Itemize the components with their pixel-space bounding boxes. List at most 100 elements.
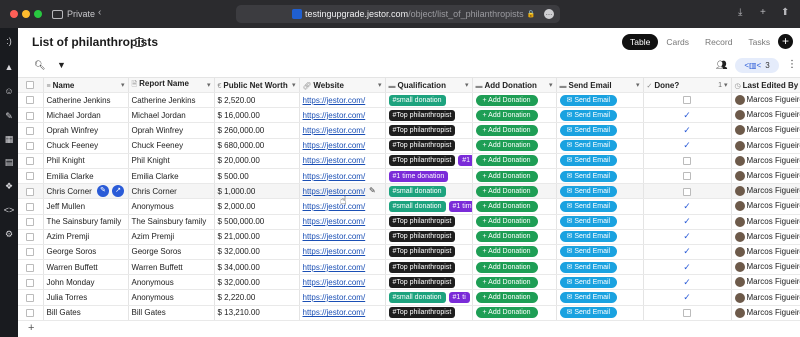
cell-public-net-worth[interactable]: $ 260,000.00 (214, 122, 300, 139)
add-donation-button[interactable]: + Add Donation (475, 200, 538, 212)
row-checkbox[interactable] (18, 92, 44, 109)
cell-website[interactable]: https://jestor.com/ (299, 122, 386, 139)
done-checkmark-icon[interactable]: ✓ (683, 110, 691, 120)
cell-name[interactable]: Michael Jordan (43, 107, 129, 124)
send-email-button[interactable]: ✉︎ Send Email (559, 94, 618, 106)
row-checkbox[interactable] (18, 153, 44, 169)
tab-table[interactable]: Table (622, 34, 659, 50)
cell-public-net-worth[interactable]: $ 32,000.00 (214, 244, 300, 261)
table-row[interactable]: John Monday Anonymous $ 32,000.00 https://j… (18, 274, 800, 291)
settings-gear-icon[interactable]: ⚙ (3, 228, 15, 240)
table-row[interactable]: Julia Torres Anonymous $ 2,220.00 https://j… (18, 289, 800, 306)
cell-report-name[interactable]: Chuck Feeney (128, 138, 215, 154)
row-checkbox[interactable] (18, 168, 44, 185)
cell-website[interactable]: https://jestor.com/ (299, 153, 386, 169)
send-email-button[interactable]: ✉︎ Send Email (559, 216, 618, 228)
website-link[interactable]: https://jestor.com/ (303, 111, 366, 120)
cell-name[interactable]: Catherine Jenkins (43, 92, 129, 109)
cell-website[interactable]: https://jestor.com/ (299, 274, 386, 291)
send-email-button[interactable]: ✉︎ Send Email (559, 124, 618, 136)
cell-done[interactable]: ✓ (643, 229, 732, 245)
maximize-window-button[interactable] (34, 10, 42, 18)
cell-public-net-worth[interactable]: $ 21,000.00 (214, 229, 300, 245)
website-link[interactable]: https://jestor.com/ (303, 247, 366, 256)
cell-report-name[interactable]: Azim Premji (128, 229, 215, 245)
row-checkbox[interactable] (18, 214, 44, 230)
hidden-fields-toggle[interactable]: <▥< 3 (735, 58, 779, 73)
table-row[interactable]: Chuck Feeney Chuck Feeney $ 680,000.00 http… (18, 138, 800, 154)
done-checkmark-icon[interactable]: ✓ (683, 201, 691, 211)
add-donation-button[interactable]: + Add Donation (475, 292, 538, 304)
cell-public-net-worth[interactable]: $ 500.00 (214, 168, 300, 185)
cell-public-net-worth[interactable]: $ 1,000.00 (214, 183, 300, 200)
cell-report-name[interactable]: George Soros (128, 244, 215, 261)
website-link[interactable]: https://jestor.com/ (303, 96, 366, 105)
add-donation-button[interactable]: + Add Donation (475, 155, 538, 167)
cell-name[interactable]: Bill Gates (43, 305, 129, 321)
add-donation-button[interactable]: + Add Donation (475, 185, 538, 197)
add-donation-button[interactable]: + Add Donation (475, 246, 538, 258)
send-email-button[interactable]: ✉︎ Send Email (559, 261, 618, 273)
send-email-button[interactable]: ✉︎ Send Email (559, 246, 618, 258)
tab-tasks[interactable]: Tasks (740, 34, 778, 50)
table-row[interactable]: Jeff Mullen Anonymous $ 2,000.00 https://je… (18, 198, 800, 215)
cell-public-net-worth[interactable]: $ 500,000.00 (214, 214, 300, 230)
send-email-button[interactable]: ✉︎ Send Email (559, 109, 618, 121)
website-link[interactable]: https://jestor.com/ (303, 156, 366, 165)
done-checkmark-icon[interactable]: ✓ (683, 216, 691, 226)
cell-report-name[interactable]: Oprah Winfrey (128, 122, 215, 139)
cell-website[interactable]: https://jestor.com/ (299, 168, 386, 185)
done-checkbox[interactable] (683, 157, 691, 166)
cell-website[interactable]: https://jestor.com/ (299, 305, 386, 321)
cell-name[interactable]: George Soros (43, 244, 129, 261)
add-donation-button[interactable]: + Add Donation (475, 216, 538, 228)
tab-record[interactable]: Record (697, 34, 740, 50)
done-checkmark-icon[interactable]: ✓ (683, 125, 691, 135)
done-checkbox[interactable] (683, 309, 691, 318)
cell-name[interactable]: Jeff Mullen (43, 198, 129, 215)
cell-qualification[interactable]: #Top philanthropist (385, 138, 473, 154)
cell-qualification[interactable]: #Top philanthropist (385, 305, 473, 321)
cell-qualification[interactable]: #Top philanthropist (385, 107, 473, 124)
cell-name[interactable]: Julia Torres (43, 289, 129, 306)
select-all-checkbox[interactable] (18, 77, 44, 93)
row-checkbox[interactable] (18, 305, 44, 321)
website-link[interactable]: https://jestor.com/ (303, 202, 366, 211)
done-checkmark-icon[interactable]: ✓ (683, 246, 691, 256)
website-link[interactable]: https://jestor.com/ (303, 293, 366, 302)
cell-website[interactable]: https://jestor.com/ (299, 92, 386, 109)
column-header-website[interactable]: 🔗︎ Website ▾ (299, 77, 386, 93)
table-row[interactable]: Azim Premji Azim Premji $ 21,000.00 https:/… (18, 229, 800, 245)
done-checkbox[interactable] (683, 187, 691, 196)
send-email-button[interactable]: ✉︎ Send Email (559, 276, 618, 288)
cell-website[interactable]: https://jestor.com/ (299, 214, 386, 230)
cell-report-name[interactable]: Anonymous (128, 198, 215, 215)
integrations-icon[interactable]: ❖ (3, 180, 15, 192)
column-header-public-net-worth[interactable]: € Public Net Worth ▾ (214, 77, 300, 93)
rocket-icon[interactable]: ▲ (3, 61, 15, 73)
cell-report-name[interactable]: Warren Buffett (128, 259, 215, 276)
row-checkbox[interactable] (18, 229, 44, 245)
edit-cell-icon[interactable]: ✎ (369, 186, 376, 195)
cell-website[interactable]: https://jestor.com/ (299, 289, 386, 306)
table-row[interactable]: George Soros George Soros $ 32,000.00 https… (18, 244, 800, 261)
add-donation-button[interactable]: + Add Donation (475, 276, 538, 288)
cell-report-name[interactable]: Anonymous (128, 274, 215, 291)
send-email-button[interactable]: ✉︎ Send Email (559, 185, 618, 197)
cell-report-name[interactable]: The Sainsbury family (128, 214, 215, 230)
cell-qualification[interactable]: #small donation #1 ti (385, 289, 473, 306)
cell-done[interactable]: ✓ (643, 107, 732, 124)
cell-public-net-worth[interactable]: $ 2,220.00 (214, 289, 300, 306)
row-checkbox[interactable] (18, 107, 44, 124)
cell-qualification[interactable]: #Top philanthropist #1 (385, 153, 473, 169)
cell-qualification[interactable]: #Top philanthropist (385, 244, 473, 261)
table-row[interactable]: Phil Knight Phil Knight $ 20,000.00 https:/… (18, 153, 800, 169)
send-email-button[interactable]: ✉︎ Send Email (559, 155, 618, 167)
database-icon[interactable]: ▤ (3, 156, 15, 168)
website-link[interactable]: https://jestor.com/ (303, 308, 366, 317)
cell-qualification[interactable]: #small donation #1 tim (385, 198, 473, 215)
cell-name[interactable]: Oprah Winfrey (43, 122, 129, 139)
cell-done[interactable]: ✓ (643, 259, 732, 276)
cell-done[interactable]: ✓ (643, 214, 732, 230)
more-menu-icon[interactable]: ⋮ (787, 59, 797, 70)
